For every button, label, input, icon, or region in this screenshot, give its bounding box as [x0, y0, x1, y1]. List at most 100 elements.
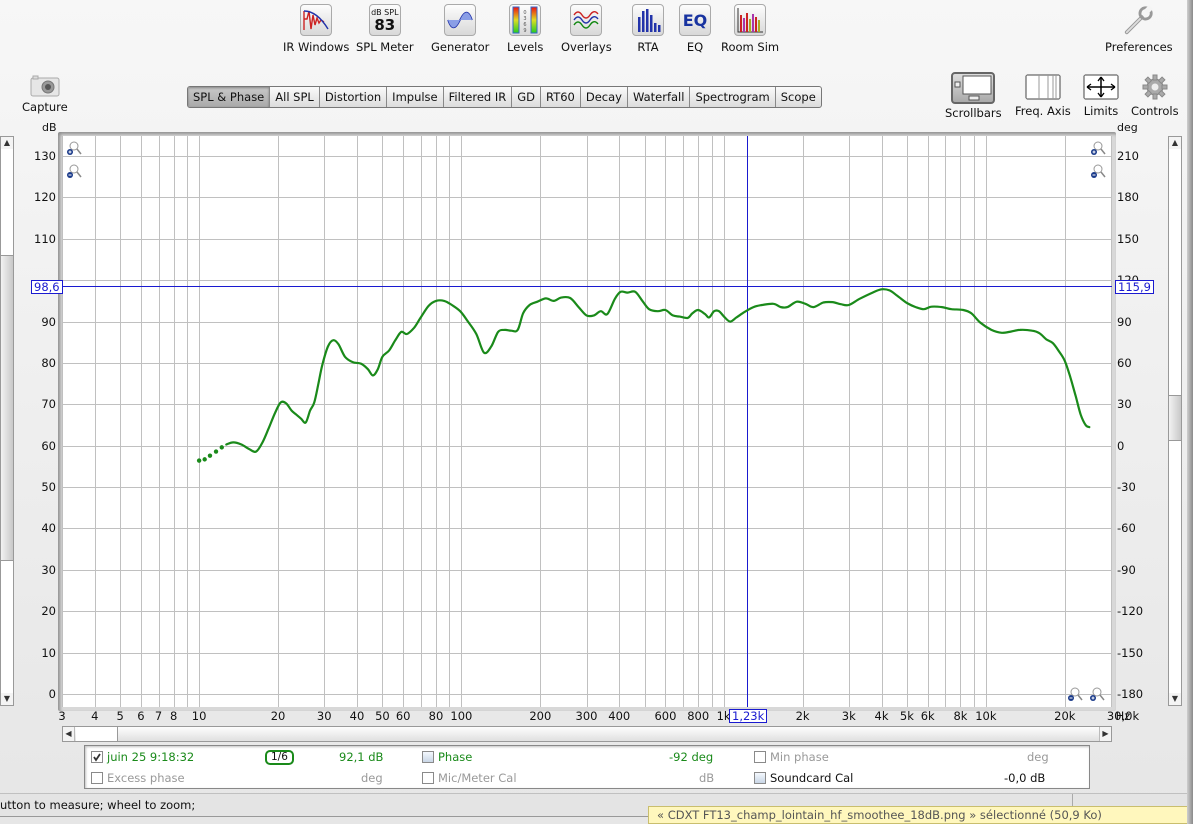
limits-icon	[1083, 74, 1119, 100]
curve-point	[207, 453, 213, 458]
curve-point	[202, 457, 207, 462]
room-sim-button[interactable]: Room Sim	[721, 4, 779, 54]
x-tick-label: 800	[687, 709, 710, 723]
mic-cal-checkbox[interactable]	[422, 772, 434, 784]
limits-label: Limits	[1083, 104, 1119, 118]
excess-phase-unit: deg	[361, 771, 383, 785]
y-tick-label: 50	[41, 480, 56, 495]
ir-windows-button[interactable]: IR Windows	[283, 4, 349, 54]
scroll-down-arrow[interactable]: ▼	[1, 693, 13, 705]
zoom-out-x-button[interactable]	[1067, 686, 1083, 702]
x-tick-label: 2k	[795, 709, 810, 723]
tab-distortion[interactable]: Distortion	[320, 87, 388, 107]
rta-label: RTA	[637, 40, 659, 54]
y2-tick-label: -30	[1117, 480, 1136, 495]
room-sim-icon	[734, 4, 767, 36]
tab-waterfall[interactable]: Waterfall	[628, 87, 691, 107]
scroll-down-arrow[interactable]: ▼	[1169, 693, 1181, 705]
capture-button[interactable]: Capture	[22, 74, 68, 114]
right-vertical-scrollbar[interactable]: ▲ ▼	[1168, 136, 1182, 706]
y2-tick-label: -60	[1117, 521, 1136, 536]
tab-spl-phase[interactable]: SPL & Phase	[188, 87, 271, 107]
soundcard-cal-checkbox[interactable]	[754, 772, 766, 784]
x-tick-label: 300	[575, 709, 598, 723]
smoothing-badge[interactable]: 1/6	[265, 749, 294, 765]
zoom-out-icon	[1091, 164, 1106, 178]
tab-impulse[interactable]: Impulse	[387, 87, 444, 107]
zoom-in-y-left-button[interactable]	[66, 140, 82, 156]
overlays-icon	[570, 4, 603, 36]
y-tick-label: 70	[41, 397, 56, 412]
measurement-checkbox[interactable]	[91, 751, 103, 763]
spl-meter-label: SPL Meter	[356, 40, 414, 54]
x-tick-label: 100	[450, 709, 473, 723]
tab-filtered-ir[interactable]: Filtered IR	[444, 87, 513, 107]
x-tick-label: 50	[375, 709, 390, 723]
eq-button[interactable]: EQ EQ	[679, 4, 711, 54]
phase-checkbox[interactable]	[422, 751, 434, 763]
tab-gd[interactable]: GD	[512, 87, 542, 107]
freq-axis-button[interactable]: Freq. Axis	[1015, 74, 1071, 118]
x-tick-label: 10k	[975, 709, 997, 723]
right-scroll-thumb[interactable]	[1169, 395, 1181, 441]
scroll-left-arrow[interactable]: ◀	[63, 727, 75, 741]
tab-scope[interactable]: Scope	[776, 87, 821, 107]
rta-icon	[632, 4, 664, 36]
app-window: IR Windows dB SPL 83 SPL Meter Generator…	[0, 0, 1193, 824]
scrollbars-button[interactable]: Scrollbars	[945, 72, 1002, 120]
y-tick-label: 20	[41, 604, 56, 619]
tab-decay[interactable]: Decay	[581, 87, 628, 107]
generator-icon	[444, 4, 477, 36]
y2-tick-label: -180	[1117, 687, 1144, 701]
tab-rt60[interactable]: RT60	[541, 87, 581, 107]
horizontal-scroll-thumb[interactable]	[76, 727, 118, 741]
capture-label: Capture	[22, 100, 68, 114]
camera-icon	[29, 74, 61, 98]
zoom-in-x-button[interactable]	[1089, 686, 1105, 702]
spl-plot-area[interactable]	[62, 136, 1112, 707]
y-tick-label: 90	[41, 314, 56, 329]
generator-button[interactable]: Generator	[431, 4, 489, 54]
eq-icon: EQ	[679, 4, 711, 36]
soundcard-cal-value: -0,0 dB	[1004, 771, 1046, 785]
scroll-right-arrow[interactable]: ▶	[1099, 727, 1111, 741]
rta-button[interactable]: RTA	[632, 4, 664, 54]
controls-button[interactable]: Controls	[1131, 74, 1179, 118]
y2-tick-label: 150	[1117, 231, 1139, 246]
gear-icon	[1142, 74, 1168, 100]
y2-tick-label: -90	[1117, 562, 1136, 577]
wrench-icon	[1123, 4, 1155, 36]
zoom-out-y-left-button[interactable]	[66, 163, 82, 179]
spl-meter-button[interactable]: dB SPL 83 SPL Meter	[356, 4, 414, 54]
preferences-button[interactable]: Preferences	[1105, 4, 1173, 54]
scrollbars-icon	[951, 72, 996, 104]
zoom-in-icon	[1091, 141, 1106, 155]
spl-curve	[225, 288, 1091, 453]
excess-phase-label: Excess phase	[107, 771, 185, 785]
y-tick-label: 30	[41, 562, 56, 577]
spl-meter-value: 83	[374, 15, 396, 34]
x-tick-label: 8	[170, 709, 178, 723]
excess-phase-checkbox[interactable]	[91, 772, 103, 784]
zoom-out-y-right-button[interactable]	[1090, 163, 1106, 179]
limits-button[interactable]: Limits	[1083, 74, 1119, 118]
x-tick-label: 80	[428, 709, 444, 723]
controls-label: Controls	[1131, 104, 1179, 118]
tab-all-spl[interactable]: All SPL	[270, 87, 320, 107]
horizontal-scrollbar[interactable]: ◀ ▶	[62, 726, 1112, 742]
cursor-left-readout: 98,6	[31, 280, 63, 294]
scroll-up-arrow[interactable]: ▲	[1, 137, 13, 149]
min-phase-checkbox[interactable]	[754, 751, 766, 763]
left-vertical-scrollbar[interactable]: ▲ ▼	[0, 136, 14, 706]
measurement-name[interactable]: juin 25 9:18:32	[107, 750, 194, 764]
zoom-in-y-right-button[interactable]	[1090, 140, 1106, 156]
tab-spectrogram[interactable]: Spectrogram	[690, 87, 776, 107]
x-tick-label: 4	[91, 709, 99, 723]
overlays-button[interactable]: Overlays	[561, 4, 612, 54]
x-tick-label: 4k	[874, 709, 889, 723]
scroll-up-arrow[interactable]: ▲	[1169, 137, 1181, 149]
levels-button[interactable]: 0369 Levels	[507, 4, 543, 54]
left-scroll-thumb[interactable]	[1, 255, 13, 561]
room-sim-label: Room Sim	[721, 40, 780, 54]
svg-text:9: 9	[524, 28, 527, 34]
